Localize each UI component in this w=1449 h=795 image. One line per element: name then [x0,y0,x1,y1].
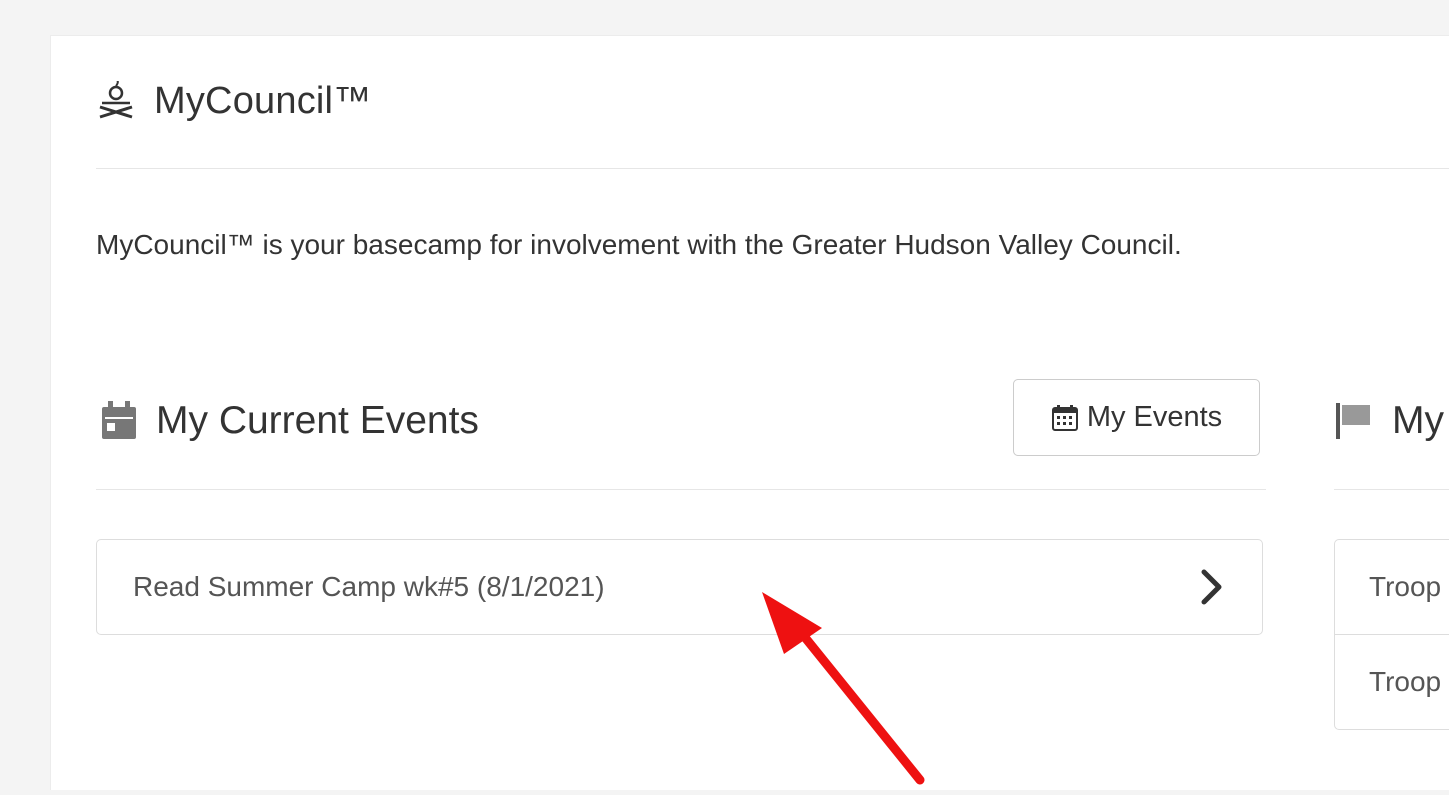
event-list-item[interactable]: Read Summer Camp wk#5 (8/1/2021) [96,539,1263,635]
flag-icon [1334,401,1374,441]
group-list-item[interactable]: Troop [1334,634,1449,730]
group-list-item[interactable]: Troop [1334,539,1449,635]
groups-title: My [1392,399,1444,442]
calendar-grid-icon [1051,404,1079,432]
my-events-button-label: My Events [1086,401,1223,433]
page-header: MyCouncil™ [96,76,371,126]
events-divider [96,489,1266,490]
group-label: Troop [1369,666,1442,697]
current-events-title: My Current Events [156,399,479,442]
event-label: Read Summer Camp wk#5 (8/1/2021) [133,571,605,602]
group-label: Troop [1369,571,1442,602]
groups-divider [1334,489,1449,490]
campfire-icon [96,79,136,121]
groups-heading: My [1334,396,1444,446]
calendar-icon [100,401,138,441]
page-title: MyCouncil™ [154,79,372,122]
my-events-button[interactable]: My Events [1013,379,1260,456]
current-events-heading: My Current Events [100,396,479,446]
header-divider [96,168,1449,169]
chevron-right-icon [1200,568,1224,613]
intro-text: MyCouncil™ is your basecamp for involvem… [96,229,1182,260]
